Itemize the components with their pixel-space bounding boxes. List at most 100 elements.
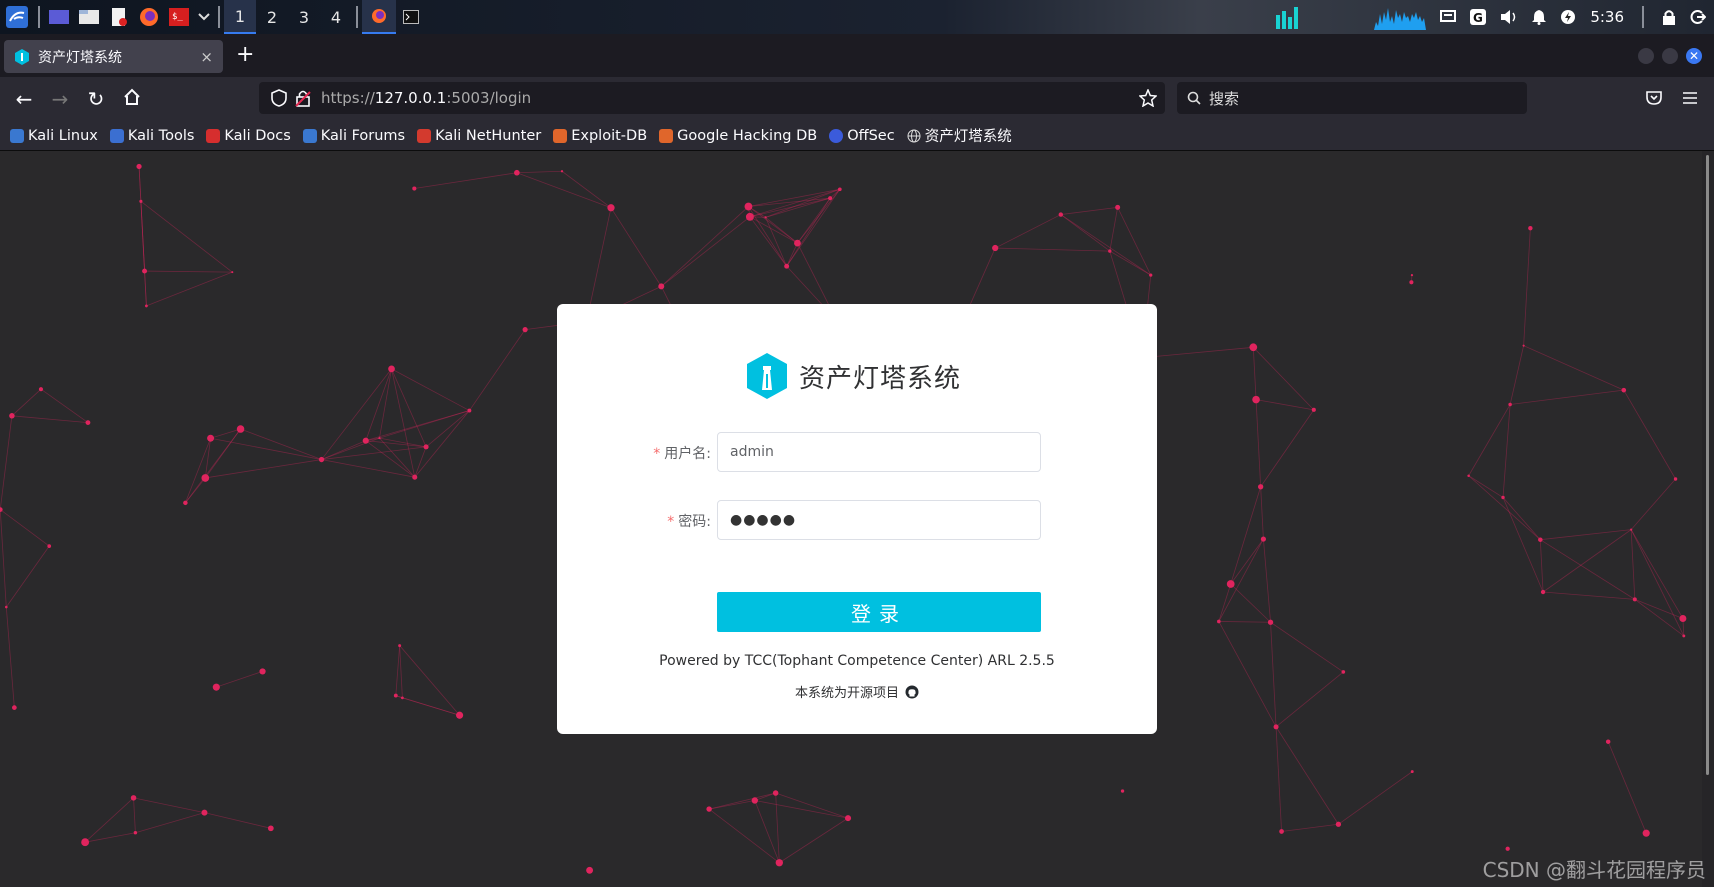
new-tab-button[interactable]: +	[236, 42, 254, 67]
search-box[interactable]: 搜索	[1177, 82, 1527, 114]
lock-icon[interactable]	[1662, 9, 1676, 25]
bookmark-offsec[interactable]: OffSec	[829, 128, 895, 144]
username-input[interactable]: admin	[717, 432, 1041, 472]
offsec-icon	[829, 128, 844, 143]
bookmark-label: Kali Tools	[127, 127, 195, 144]
chevron-down-icon[interactable]	[194, 0, 214, 34]
bookmark-label: Google Hacking DB	[677, 127, 818, 144]
search-placeholder: 搜索	[1209, 89, 1240, 108]
clock[interactable]: 5:36	[1590, 8, 1624, 26]
minimize-button[interactable]	[1638, 48, 1654, 64]
close-window-button[interactable]: ✕	[1686, 48, 1702, 64]
power-manager-icon[interactable]	[1560, 9, 1576, 25]
username-row: * 用户名: admin	[557, 432, 1157, 472]
bookmark-label: Kali Docs	[224, 127, 291, 144]
search-icon	[1187, 91, 1201, 105]
bookmark-label: OffSec	[847, 127, 895, 144]
url-prefix: https://	[321, 89, 375, 107]
navigation-bar: ← → ↻ https://127.0.0.1:5003/login 搜索	[0, 77, 1714, 121]
display-icon[interactable]	[1440, 10, 1457, 24]
watermark: CSDN @翻斗花园程序员	[1482, 858, 1706, 882]
firefox-window-icon[interactable]	[362, 0, 396, 34]
page-content: 资产灯塔系统 * 用户名: admin * 密码: ●●●●● 登录 Powered…	[0, 151, 1714, 887]
bookmark-arl[interactable]: 资产灯塔系统	[907, 125, 1012, 146]
maximize-button[interactable]	[1662, 48, 1678, 64]
insecure-lock-icon[interactable]	[295, 89, 311, 107]
ghdb-icon	[659, 128, 674, 143]
kali-docs-icon	[206, 128, 221, 143]
network-graph-icon	[1374, 8, 1427, 30]
open-source-text: 本系统为开源项目	[794, 686, 899, 701]
bookmark-exploit-db[interactable]: Exploit-DB	[553, 128, 647, 144]
tab-active[interactable]: 资产灯塔系统 ×	[4, 40, 223, 73]
kali-tools-icon	[109, 128, 124, 143]
cpu-graph-icon	[1276, 7, 1299, 29]
url-bar[interactable]: https://127.0.0.1:5003/login	[259, 82, 1165, 114]
bookmark-google-hacking-db[interactable]: Google Hacking DB	[659, 128, 817, 144]
scrollbar[interactable]	[1702, 151, 1714, 887]
password-value: ●●●●●	[730, 512, 797, 528]
pocket-icon[interactable]	[1646, 90, 1662, 106]
taskbar-separator	[356, 6, 358, 28]
terminal-window-icon[interactable]	[396, 0, 426, 34]
password-label: * 密码:	[667, 511, 711, 531]
workspace-1[interactable]: 1	[224, 0, 256, 34]
text-editor-icon[interactable]	[104, 0, 134, 34]
nethunter-icon	[417, 128, 432, 143]
shield-icon	[271, 89, 287, 107]
tab-bar: 资产灯塔系统 × + ✕	[0, 34, 1714, 77]
powered-by-text: Powered by TCC(Tophant Competence Center…	[659, 653, 1055, 669]
file-manager-icon[interactable]	[74, 0, 104, 34]
scrollbar-thumb[interactable]	[1706, 155, 1709, 775]
bookmark-label: 资产灯塔系统	[924, 129, 1012, 145]
bookmark-label: Kali Linux	[28, 127, 98, 144]
menu-hamburger-icon[interactable]	[1682, 91, 1698, 105]
terminal-red-icon[interactable]: $_	[164, 0, 194, 34]
forward-button[interactable]: →	[48, 87, 72, 111]
back-button[interactable]: ←	[12, 87, 36, 111]
exploit-db-icon	[553, 128, 568, 143]
url-path: :5003/login	[446, 89, 532, 107]
svg-text:$_: $_	[172, 12, 183, 22]
taskbar: $_ 1 2 3 4 G 5:36	[0, 0, 1714, 34]
notification-bell-icon[interactable]	[1532, 9, 1547, 25]
github-icon[interactable]	[905, 685, 919, 699]
lighthouse-logo-icon	[747, 353, 787, 399]
url-text: https://127.0.0.1:5003/login	[321, 89, 531, 107]
workspace-3[interactable]: 3	[288, 0, 320, 34]
home-icon	[124, 88, 140, 105]
url-host: 127.0.0.1	[374, 89, 447, 107]
bookmark-star-icon[interactable]	[1139, 89, 1157, 107]
volume-icon[interactable]	[1500, 9, 1518, 25]
firefox-icon[interactable]	[134, 0, 164, 34]
login-button[interactable]: 登录	[717, 592, 1041, 632]
bookmark-kali-nethunter[interactable]: Kali NetHunter	[417, 128, 541, 144]
open-source-note: 本系统为开源项目	[557, 682, 1157, 701]
bookmark-kali-forums[interactable]: Kali Forums	[302, 127, 406, 144]
bookmark-label: Kali Forums	[320, 127, 406, 144]
taskbar-separator	[38, 6, 40, 28]
bookmark-kali-linux[interactable]: Kali Linux	[10, 128, 98, 144]
g-app-icon[interactable]: G	[1470, 9, 1487, 25]
password-label-text: 密码:	[678, 514, 711, 530]
kali-menu-icon[interactable]	[0, 0, 34, 34]
bookmark-kali-docs[interactable]: Kali Docs	[206, 127, 291, 144]
workspace-4[interactable]: 4	[320, 0, 352, 34]
password-input[interactable]: ●●●●●	[717, 500, 1041, 540]
tab-close-button[interactable]: ×	[200, 48, 213, 66]
brand: 资产灯塔系统	[745, 352, 961, 400]
logout-icon[interactable]	[1690, 9, 1706, 25]
taskbar-separator	[218, 6, 220, 28]
username-label-text: 用户名:	[664, 446, 711, 462]
brand-title: 资产灯塔系统	[799, 363, 962, 394]
workspace-2[interactable]: 2	[256, 0, 288, 34]
bookmark-kali-tools[interactable]: Kali Tools	[109, 127, 195, 144]
login-card: 资产灯塔系统 * 用户名: admin * 密码: ●●●●● 登录 Powered…	[557, 304, 1157, 734]
bookmarks-toolbar: Kali Linux Kali Tools Kali Docs Kali For…	[0, 121, 1714, 151]
bookmark-label: Exploit-DB	[571, 127, 648, 144]
reload-button[interactable]: ↻	[84, 87, 108, 111]
lighthouse-favicon-icon	[15, 48, 29, 65]
required-mark: *	[653, 446, 661, 462]
home-button[interactable]	[120, 87, 144, 111]
show-desktop-icon[interactable]	[44, 0, 74, 34]
